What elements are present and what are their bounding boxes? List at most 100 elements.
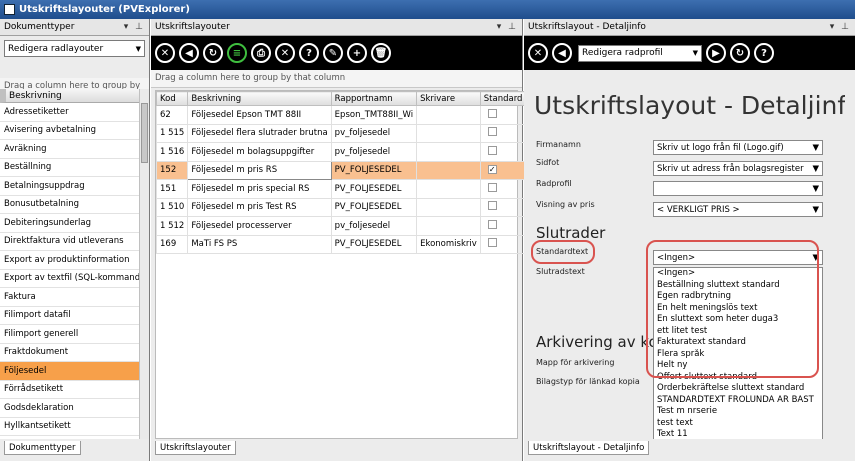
cell-skrivare[interactable]: Ekonomiskriv [416, 234, 481, 254]
tab-utskriftslayouter[interactable]: Utskriftslayouter [155, 441, 236, 455]
export-button[interactable]: ≡ [227, 43, 247, 63]
list-item[interactable]: Export av produktinformation [0, 251, 139, 270]
list-item[interactable]: Bonusutbetalning [0, 196, 139, 214]
standard-checkbox[interactable] [487, 201, 497, 211]
standard-checkbox[interactable] [487, 145, 497, 155]
table-row[interactable]: 1 512 Följesedel processerver pv_foljesede… [155, 216, 527, 236]
cell-skrivare[interactable] [416, 160, 481, 180]
col-skrivare[interactable]: Skrivare [416, 91, 481, 106]
cell-kod[interactable]: 1 510 [155, 197, 189, 217]
cell-skrivare[interactable] [416, 216, 481, 236]
forward-button[interactable]: ▶ [706, 43, 726, 63]
help-button[interactable]: ? [299, 43, 319, 63]
cell-kod[interactable]: 169 [155, 234, 189, 254]
cell-beskrivning[interactable]: MaTi FS PS [187, 234, 332, 254]
pin-icon[interactable]: ▾ ⊥ [124, 22, 145, 32]
list-item[interactable]: Adressetiketter [0, 103, 139, 122]
pin-icon[interactable]: ▾ ⊥ [830, 22, 851, 32]
table-row[interactable]: 1 515 Följesedel flera slutrader brutna pv… [155, 123, 527, 143]
pin-icon[interactable]: ▾ ⊥ [497, 22, 518, 32]
list-item[interactable]: Direktfaktura vid utleverans [0, 233, 139, 251]
visning-field[interactable]: < VERKLIGT PRIS > ▼ [653, 202, 823, 217]
list-item[interactable]: Förrådsetikett [0, 381, 139, 399]
cell-beskrivning[interactable]: Följesedel processerver [187, 216, 332, 236]
list-item[interactable]: Godsdeklaration [0, 399, 139, 418]
close-button[interactable]: ✕ [528, 43, 548, 63]
cell-rapport[interactable]: pv_foljesedel [330, 123, 418, 143]
cell-kod[interactable]: 62 [155, 105, 189, 125]
col-kod[interactable]: Kod [155, 91, 189, 106]
cell-kod[interactable]: 151 [155, 179, 189, 199]
standard-checkbox[interactable] [487, 182, 497, 192]
cell-skrivare[interactable] [416, 105, 481, 125]
tab-dokumenttyper[interactable]: Dokumenttyper [4, 441, 81, 455]
standard-checkbox[interactable] [487, 127, 497, 137]
cell-beskrivning[interactable]: Följesedel m pris special RS [187, 179, 332, 199]
list-item[interactable]: Filimport generell [0, 325, 139, 344]
cell-skrivare[interactable] [416, 123, 481, 143]
cell-beskrivning[interactable]: Följesedel m bolagsuppgifter [187, 142, 332, 162]
list-item[interactable]: Följesedel [0, 362, 139, 381]
cell-rapport[interactable]: PV_FOLJESEDEL [330, 160, 418, 180]
cell-rapport[interactable]: Epson_TMT88II_Wi [330, 105, 418, 125]
column-header-beskrivning[interactable]: Beskrivning [0, 89, 139, 103]
standard-checkbox[interactable] [487, 219, 497, 229]
cell-kod[interactable]: 1 512 [155, 216, 189, 236]
cell-beskrivning[interactable]: Följesedel Epson TMT 88II [187, 105, 332, 125]
cell-beskrivning[interactable]: Följesedel flera slutrader brutna [187, 123, 332, 143]
cell-rapport[interactable]: pv_foljesedel [330, 142, 418, 162]
refresh-button[interactable]: ↻ [203, 43, 223, 63]
table-row[interactable]: 1 510 Följesedel m pris Test RS PV_FOLJESE… [155, 197, 527, 217]
close-button[interactable]: ✕ [155, 43, 175, 63]
list-item[interactable]: Avräkning [0, 140, 139, 159]
edit-button[interactable]: ✎ [323, 43, 343, 63]
standard-checkbox[interactable]: ✓ [487, 165, 497, 175]
tab-detaljinfo[interactable]: Utskriftslayout - Detaljinfo [528, 441, 650, 455]
sidfot-field[interactable]: Skriv ut adress från bolagsregister ▼ [653, 161, 823, 176]
table-row[interactable]: 151 Följesedel m pris special RS PV_FOLJES… [155, 179, 527, 199]
refresh-button[interactable]: ↻ [730, 43, 750, 63]
cell-rapport[interactable]: PV_FOLJESEDEL [330, 179, 418, 199]
profile-combo[interactable]: Redigera radprofil ▼ [578, 44, 702, 62]
dropdown-option[interactable]: Text 11 [654, 429, 822, 439]
delete-button[interactable]: 🗑 [371, 43, 391, 63]
dropdown-option[interactable]: Test m nrserie [654, 406, 822, 418]
new-button[interactable]: + [347, 43, 367, 63]
table-row[interactable]: 62 Följesedel Epson TMT 88II Epson_TMT88II… [155, 105, 527, 125]
list-item[interactable]: Betalningsuppdrag [0, 177, 139, 196]
layout-combo[interactable]: Redigera radlayouter ▼ [4, 40, 145, 57]
col-rapportnamn[interactable]: Rapportnamn [330, 91, 418, 106]
help-button[interactable]: ? [754, 43, 774, 63]
list-item[interactable]: Export av textfil (SQL-kommando ... [0, 270, 139, 288]
cancel-button[interactable]: ✕ [275, 43, 295, 63]
dropdown-option[interactable]: test text [654, 418, 822, 430]
list-item[interactable]: Faktura [0, 288, 139, 307]
vertical-scrollbar[interactable] [139, 89, 149, 439]
list-item[interactable]: Hyllkantsetikett [0, 418, 139, 436]
list-item[interactable]: Import av kassatransaktioner [0, 436, 139, 439]
cell-rapport[interactable]: PV_FOLJESEDEL [330, 197, 418, 217]
back-button[interactable]: ◀ [552, 43, 572, 63]
list-item[interactable]: Avisering avbetalning [0, 122, 139, 140]
dropdown-option[interactable]: Orderbekräftelse sluttext standard [654, 383, 822, 395]
back-button[interactable]: ◀ [179, 43, 199, 63]
list-item[interactable]: Fraktdokument [0, 344, 139, 362]
cell-skrivare[interactable] [416, 142, 481, 162]
cell-rapport[interactable]: pv_foljesedel [330, 216, 418, 236]
table-row[interactable]: 1 516 Följesedel m bolagsuppgifter pv_folj… [155, 142, 527, 162]
list-item[interactable]: Debiteringsunderlag [0, 214, 139, 233]
cell-kod[interactable]: 152 [155, 160, 189, 180]
cell-rapport[interactable]: PV_FOLJESEDEL [330, 234, 418, 254]
cell-kod[interactable]: 1 515 [155, 123, 189, 143]
cell-beskrivning[interactable]: Följesedel m pris RS [187, 160, 332, 180]
table-row[interactable]: 169 MaTi FS PS PV_FOLJESEDEL Ekonomiskriv [155, 234, 527, 254]
cell-beskrivning[interactable]: Följesedel m pris Test RS [187, 197, 332, 217]
col-standard[interactable]: Standard [479, 91, 527, 106]
standard-checkbox[interactable] [487, 108, 497, 118]
standard-checkbox[interactable] [487, 238, 497, 248]
table-row[interactable]: 152 Följesedel m pris RS PV_FOLJESEDEL ✓ [155, 160, 527, 180]
cell-kod[interactable]: 1 516 [155, 142, 189, 162]
dropdown-option[interactable]: STANDARDTEXT FRÖLUNDA ÄR BÄST [654, 395, 822, 407]
firmanamn-field[interactable]: Skriv ut logo från fil (Logo.gif) ▼ [653, 140, 823, 155]
cell-skrivare[interactable] [416, 197, 481, 217]
